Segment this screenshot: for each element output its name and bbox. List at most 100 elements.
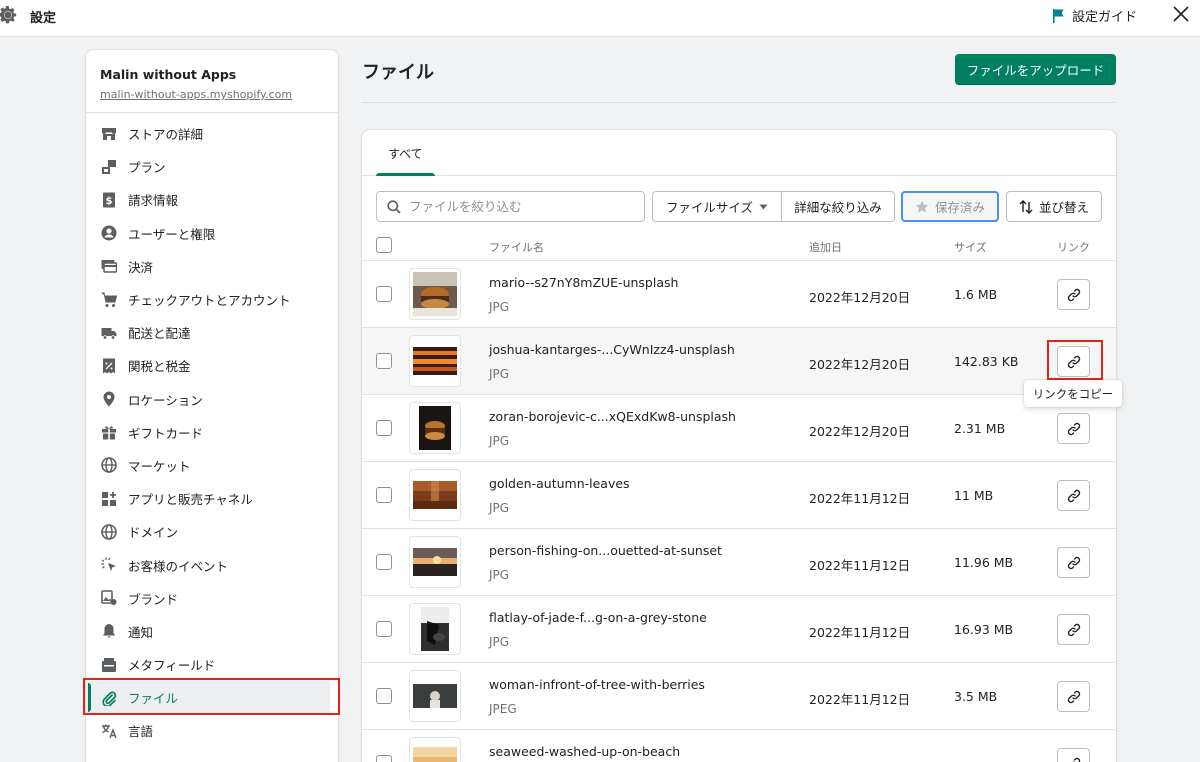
copy-link-button[interactable]	[1057, 346, 1090, 377]
upload-files-button[interactable]: ファイルをアップロード	[955, 54, 1116, 85]
sidebar-item-store-details[interactable]: ストアの詳細	[86, 117, 338, 150]
file-type: JPG	[489, 635, 510, 649]
copy-link-button[interactable]	[1057, 413, 1090, 444]
search-box[interactable]	[376, 191, 645, 222]
row-checkbox[interactable]	[376, 621, 392, 637]
link-icon	[1067, 623, 1080, 636]
row-checkbox[interactable]	[376, 353, 392, 369]
link-icon	[1067, 422, 1080, 435]
row-checkbox[interactable]	[376, 487, 392, 503]
sidebar-item-files[interactable]: ファイル	[86, 681, 330, 715]
setup-guide-link[interactable]: 設定ガイド	[1052, 6, 1137, 25]
table-row[interactable]: woman-infront-of-tree-with-berries JPEG …	[362, 663, 1116, 730]
sidebar-item-label: 決済	[128, 259, 154, 275]
sidebar-item-label: ユーザーと権限	[128, 226, 216, 242]
file-date: 2022年12月20日	[809, 424, 911, 439]
select-all-checkbox[interactable]	[376, 237, 392, 253]
file-type: JPG	[489, 367, 510, 381]
file-thumbnail	[409, 402, 461, 454]
sidebar-item-brand[interactable]: ブランド	[86, 582, 338, 615]
file-size-filter-button[interactable]: ファイルサイズ	[652, 191, 782, 222]
sidebar-item-checkout[interactable]: チェックアウトとアカウント	[86, 283, 338, 316]
jade-stone-image	[421, 607, 449, 651]
sidebar-item-languages[interactable]: 言語	[86, 714, 338, 747]
sidebar-item-locations[interactable]: ロケーション	[86, 383, 338, 416]
file-name[interactable]: seaweed-washed-up-on-beach	[489, 744, 680, 759]
sidebar-item-notifications[interactable]: 通知	[86, 615, 338, 648]
sidebar-item-markets[interactable]: マーケット	[86, 449, 338, 482]
copy-link-button[interactable]	[1057, 480, 1090, 511]
saved-filter-button[interactable]: 保存済み	[901, 191, 999, 222]
sidebar-item-plan[interactable]: プラン	[86, 150, 338, 183]
cursor-icon	[100, 557, 117, 574]
store-icon	[100, 125, 117, 142]
sidebar-item-domains[interactable]: ドメイン	[86, 515, 338, 548]
gift-icon	[100, 424, 117, 441]
table-row[interactable]: golden-autumn-leaves JPG 2022年11月12日 11 …	[362, 462, 1116, 529]
file-name[interactable]: golden-autumn-leaves	[489, 476, 630, 491]
sort-button[interactable]: 並び替え	[1006, 191, 1102, 222]
file-size: 142.83 KB	[954, 354, 1019, 369]
row-checkbox[interactable]	[376, 420, 392, 436]
store-url-link[interactable]: malin-without-apps.myshopify.com	[100, 88, 324, 101]
copy-link-button[interactable]	[1057, 547, 1090, 578]
file-name[interactable]: joshua-kantarges-...CyWnIzz4-unsplash	[489, 342, 735, 357]
store-name: Malin without Apps	[100, 67, 237, 82]
search-input[interactable]	[409, 199, 629, 214]
billing-icon: $	[100, 191, 117, 208]
copy-link-button[interactable]	[1057, 748, 1090, 762]
table-row[interactable]: mario--s27nY8mZUE-unsplash JPG 2022年12月2…	[362, 261, 1116, 328]
sidebar-item-gift-cards[interactable]: ギフトカード	[86, 416, 338, 449]
sidebar-item-billing[interactable]: $ 請求情報	[86, 183, 338, 216]
sidebar-item-label: アプリと販売チャネル	[128, 492, 253, 508]
link-icon	[1070, 757, 1080, 762]
link-icon	[1067, 288, 1080, 301]
tab-all-label: すべて	[388, 146, 423, 161]
settings-title: 設定	[30, 11, 57, 26]
store-header: Malin without Apps malin-without-apps.my…	[86, 50, 338, 113]
sidebar-item-apps[interactable]: アプリと販売チャネル	[86, 482, 338, 515]
sidebar-item-metafields[interactable]: メタフィールド	[86, 648, 338, 681]
file-type: JPG	[489, 568, 510, 582]
table-row[interactable]: seaweed-washed-up-on-beach	[362, 730, 1116, 762]
column-header-date: 追加日	[809, 241, 842, 254]
file-name[interactable]: woman-infront-of-tree-with-berries	[489, 677, 705, 692]
row-checkbox[interactable]	[376, 688, 392, 704]
file-name[interactable]: mario--s27nY8mZUE-unsplash	[489, 275, 678, 290]
files-card: すべて ファイルサイズ 詳細な絞り込み 保存済み 並び替え ファイル名 追加日	[362, 130, 1116, 762]
file-date: 2022年12月20日	[809, 357, 911, 372]
sidebar-item-users[interactable]: ユーザーと権限	[86, 217, 338, 250]
table-row[interactable]: person-fishing-on...ouetted-at-sunset JP…	[362, 529, 1116, 596]
link-icon	[1067, 556, 1080, 569]
sidebar-item-label: ロケーション	[128, 392, 203, 408]
sidebar-item-customer-events[interactable]: お客様のイベント	[86, 548, 338, 581]
row-checkbox[interactable]	[376, 554, 392, 570]
file-name[interactable]: zoran-borojevic-c...xQExdKw8-unsplash	[489, 409, 736, 424]
file-size: 3.5 MB	[954, 689, 998, 704]
table-row[interactable]: zoran-borojevic-c...xQExdKw8-unsplash JP…	[362, 395, 1116, 462]
file-type: JPG	[489, 434, 510, 448]
row-checkbox[interactable]	[376, 755, 392, 762]
sidebar-item-payments[interactable]: 決済	[86, 250, 338, 283]
file-name[interactable]: flatlay-of-jade-f...g-on-a-grey-stone	[489, 610, 707, 625]
close-icon[interactable]	[1172, 5, 1190, 23]
sidebar-item-label: ギフトカード	[128, 425, 204, 441]
link-icon	[1067, 489, 1080, 502]
copy-link-button[interactable]	[1057, 279, 1090, 310]
row-checkbox[interactable]	[376, 286, 392, 302]
file-date: 2022年11月12日	[809, 491, 911, 506]
sidebar-item-label: ブランド	[128, 591, 179, 607]
tab-all[interactable]: すべて	[374, 130, 437, 176]
table-row[interactable]: flatlay-of-jade-f...g-on-a-grey-stone JP…	[362, 596, 1116, 663]
sidebar-item-label: ドメイン	[128, 525, 179, 541]
copy-link-tooltip: リンクをコピー	[1024, 380, 1122, 407]
copy-link-button[interactable]	[1057, 681, 1090, 712]
table-row[interactable]: joshua-kantarges-...CyWnIzz4-unsplash JP…	[362, 328, 1116, 395]
column-header-link: リンク	[1057, 241, 1090, 254]
more-filters-button[interactable]: 詳細な絞り込み	[781, 191, 895, 222]
sidebar-item-shipping[interactable]: 配送と配達	[86, 316, 338, 349]
copy-link-button[interactable]	[1057, 614, 1090, 645]
sort-icon	[1019, 199, 1033, 214]
sidebar-item-taxes[interactable]: 関税と税金	[86, 349, 338, 382]
file-name[interactable]: person-fishing-on...ouetted-at-sunset	[489, 543, 722, 558]
